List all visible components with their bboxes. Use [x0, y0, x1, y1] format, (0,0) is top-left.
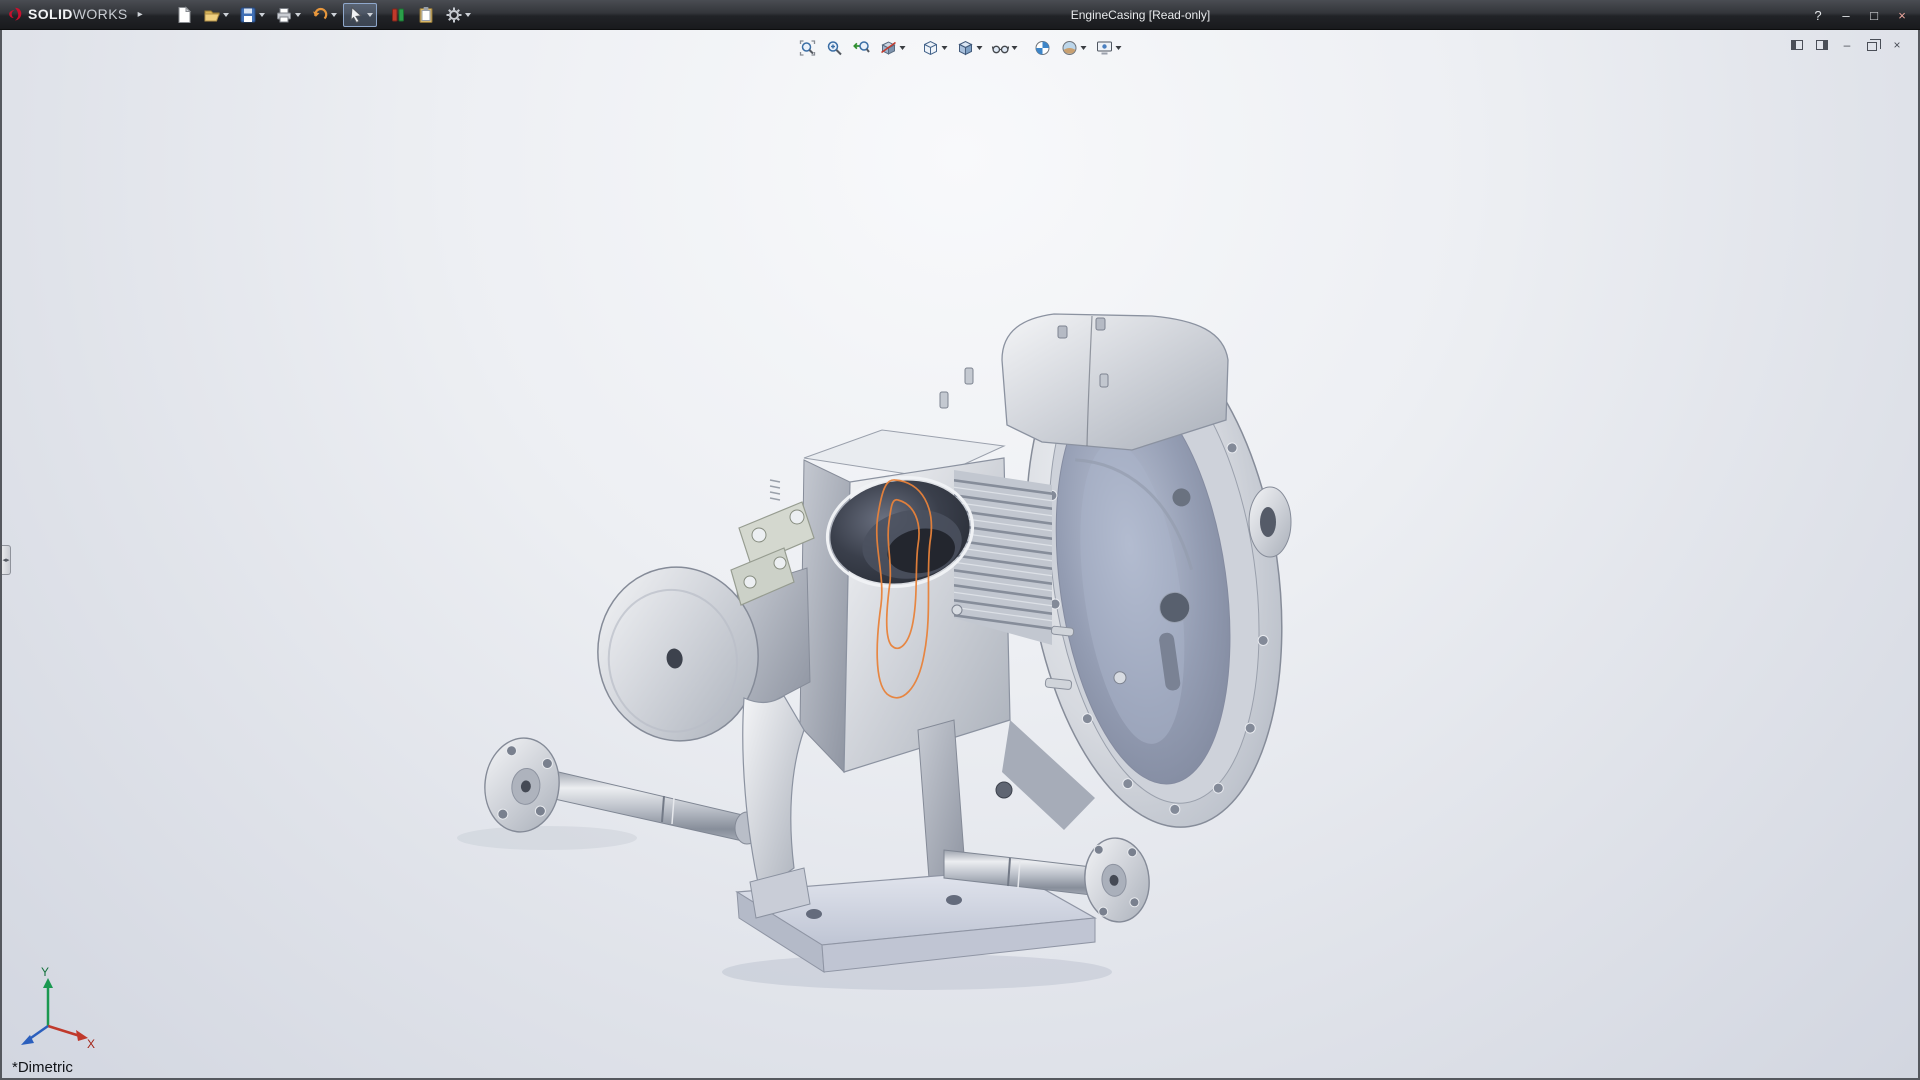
main-toolbar [171, 3, 475, 27]
reference-triad: Y X [8, 964, 98, 1054]
restore-icon [1867, 42, 1877, 51]
print-button[interactable] [271, 3, 305, 27]
window-title: EngineCasing [Read-only] [1071, 8, 1210, 22]
brand-light: WORKS [73, 6, 128, 22]
solidworks-logo: SOLIDWORKS [0, 0, 136, 29]
display-style-icon [957, 39, 975, 57]
engine-casing-model[interactable] [2, 30, 1918, 1076]
view-settings-icon [1096, 39, 1114, 57]
cooling-fins[interactable] [952, 470, 1054, 645]
maximize-button[interactable]: □ [1860, 4, 1888, 26]
view-orientation-cube-icon [922, 39, 940, 57]
file-properties-icon [417, 6, 435, 24]
dropdown-caret-icon[interactable] [367, 13, 373, 17]
previous-view-icon [853, 39, 871, 57]
view-settings-button[interactable] [1092, 35, 1126, 61]
dropdown-caret-icon[interactable] [1116, 46, 1122, 50]
display-pane-toggle-button[interactable] [1811, 35, 1833, 55]
graphics-area[interactable]: – × ◂▸ [0, 30, 1920, 1080]
pane-left-icon [1791, 40, 1803, 50]
dropdown-caret-icon[interactable] [977, 46, 983, 50]
panel-splitter-tab[interactable]: ◂▸ [2, 545, 11, 575]
pane-right-icon [1816, 40, 1828, 50]
undo-icon [311, 6, 329, 24]
dropdown-caret-icon[interactable] [942, 46, 948, 50]
zoom-to-area-icon [826, 39, 844, 57]
zoom-to-fit-button[interactable] [795, 35, 821, 61]
display-style-button[interactable] [953, 35, 987, 61]
housing-boss[interactable] [1249, 487, 1291, 557]
featuremanager-pane-toggle-button[interactable] [1786, 35, 1808, 55]
spring-stud [770, 480, 780, 500]
document-restore-button[interactable] [1861, 35, 1883, 55]
triad-x-label: X [87, 1037, 95, 1051]
rebuild-icon [389, 6, 407, 24]
hide-show-items-button[interactable] [988, 35, 1022, 61]
undo-button[interactable] [307, 3, 341, 27]
help-button[interactable]: ? [1804, 4, 1832, 26]
solidworks-logo-icon [6, 6, 24, 24]
document-window-controls: – × [1786, 35, 1908, 55]
view-orientation-label: *Dimetric [12, 1059, 73, 1076]
titlebar: SOLIDWORKS ▸ EngineCasing [Read-only] ? … [0, 0, 1920, 30]
options-gear-icon [445, 6, 463, 24]
dropdown-caret-icon[interactable] [465, 13, 471, 17]
bracket-front-leg[interactable] [743, 696, 810, 918]
close-button[interactable]: × [1888, 4, 1916, 26]
dropdown-caret-icon[interactable] [900, 46, 906, 50]
left-shaft-flange[interactable] [480, 734, 563, 835]
triad-y-label: Y [41, 965, 49, 979]
file-properties-button[interactable] [413, 3, 439, 27]
apply-scene-button[interactable] [1057, 35, 1091, 61]
appearance-ball-icon [1034, 39, 1052, 57]
section-view-button[interactable] [876, 35, 910, 61]
dropdown-caret-icon[interactable] [259, 13, 265, 17]
window-controls: ? – □ × [1804, 0, 1916, 30]
save-button[interactable] [235, 3, 269, 27]
top-cover[interactable] [1002, 314, 1228, 450]
minimize-button[interactable]: – [1832, 4, 1860, 26]
edit-appearance-button[interactable] [1030, 35, 1056, 61]
brand-bold: SOLID [28, 6, 73, 22]
zoom-to-area-button[interactable] [822, 35, 848, 61]
headsup-view-toolbar [795, 35, 1126, 61]
glasses-icon [992, 39, 1010, 57]
zoom-to-fit-icon [799, 39, 817, 57]
right-shaft-flange[interactable] [1081, 835, 1153, 925]
hex-nut [996, 782, 1012, 798]
select-button[interactable] [343, 3, 377, 27]
open-button[interactable] [199, 3, 233, 27]
open-folder-icon [203, 6, 221, 24]
dropdown-caret-icon[interactable] [1081, 46, 1087, 50]
document-minimize-button[interactable]: – [1836, 35, 1858, 55]
previous-view-button[interactable] [849, 35, 875, 61]
save-icon [239, 6, 257, 24]
print-icon [275, 6, 293, 24]
dropdown-caret-icon[interactable] [331, 13, 337, 17]
new-document-icon [175, 6, 193, 24]
dropdown-caret-icon[interactable] [295, 13, 301, 17]
rebuild-button[interactable] [385, 3, 411, 27]
dropdown-caret-icon[interactable] [1012, 46, 1018, 50]
options-button[interactable] [441, 3, 475, 27]
new-document-button[interactable] [171, 3, 197, 27]
document-close-button[interactable]: × [1886, 35, 1908, 55]
view-orientation-button[interactable] [918, 35, 952, 61]
section-view-icon [880, 39, 898, 57]
apply-scene-icon [1061, 39, 1079, 57]
select-cursor-icon [347, 6, 365, 24]
menu-expand-arrow[interactable]: ▸ [138, 9, 143, 20]
dropdown-caret-icon[interactable] [223, 13, 229, 17]
